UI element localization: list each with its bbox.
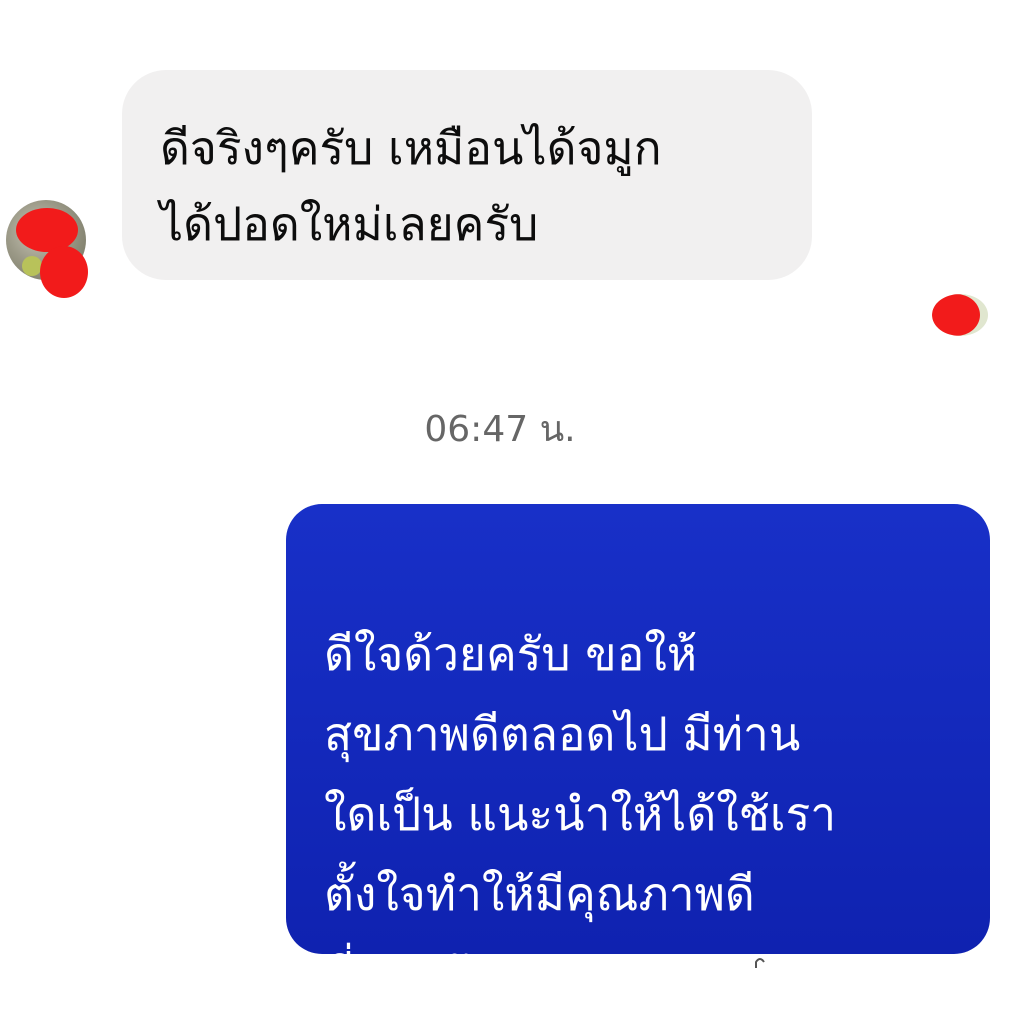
redaction-mark (932, 294, 980, 336)
incoming-message-text: ดีจริงๆครับ เหมือนได้จมูก ได้ปอดใหม่เลยค… (160, 121, 662, 251)
sender-avatar[interactable] (6, 200, 88, 298)
message-timestamp: 06:47 น. (424, 409, 576, 450)
outgoing-message-text: ดีใจด้วยครับ ขอให้ สุขภาพดีตลอดไป มีท่าน… (324, 627, 837, 1001)
conversation-view: ดีจริงๆครับ เหมือนได้จมูก ได้ปอดใหม่เลยค… (0, 0, 1024, 1024)
seen-indicator-avatar (932, 294, 988, 336)
incoming-message-bubble[interactable]: ดีจริงๆครับ เหมือนได้จมูก ได้ปอดใหม่เลยค… (122, 70, 812, 280)
delivery-status-icon (752, 952, 780, 970)
avatar-photo (22, 256, 42, 276)
redaction-mark (40, 246, 88, 298)
outgoing-message-bubble[interactable]: ดีใจด้วยครับ ขอให้ สุขภาพดีตลอดไป มีท่าน… (286, 504, 990, 1001)
redaction-mark (16, 208, 78, 252)
